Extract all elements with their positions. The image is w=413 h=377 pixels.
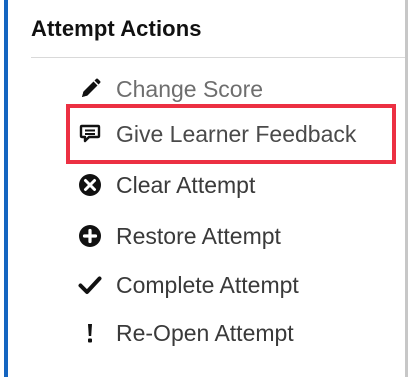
pencil-icon bbox=[78, 77, 102, 101]
action-label: Change Score bbox=[116, 75, 264, 102]
times-circle-icon bbox=[78, 173, 102, 197]
action-complete-attempt[interactable]: Complete Attempt bbox=[78, 267, 299, 303]
action-label: Give Learner Feedback bbox=[116, 120, 357, 147]
checkmark-icon bbox=[78, 273, 102, 297]
exclamation-icon bbox=[78, 321, 102, 345]
action-label: Re-Open Attempt bbox=[116, 319, 294, 346]
action-label: Complete Attempt bbox=[116, 271, 299, 298]
action-give-learner-feedback[interactable]: Give Learner Feedback bbox=[78, 116, 356, 152]
action-clear-attempt[interactable]: Clear Attempt bbox=[78, 167, 255, 203]
plus-circle-icon bbox=[78, 224, 102, 248]
action-label: Clear Attempt bbox=[116, 171, 256, 198]
actions-menu: Change Score Give Learner Feedback Clear… bbox=[0, 0, 413, 377]
action-change-score[interactable]: Change Score bbox=[78, 71, 263, 107]
attempt-actions-panel: Attempt Actions Change Score Give Learne… bbox=[0, 0, 413, 377]
action-re-open-attempt[interactable]: Re-Open Attempt bbox=[78, 315, 294, 351]
action-restore-attempt[interactable]: Restore Attempt bbox=[78, 218, 281, 254]
comment-icon bbox=[78, 122, 102, 146]
action-label: Restore Attempt bbox=[116, 222, 281, 249]
